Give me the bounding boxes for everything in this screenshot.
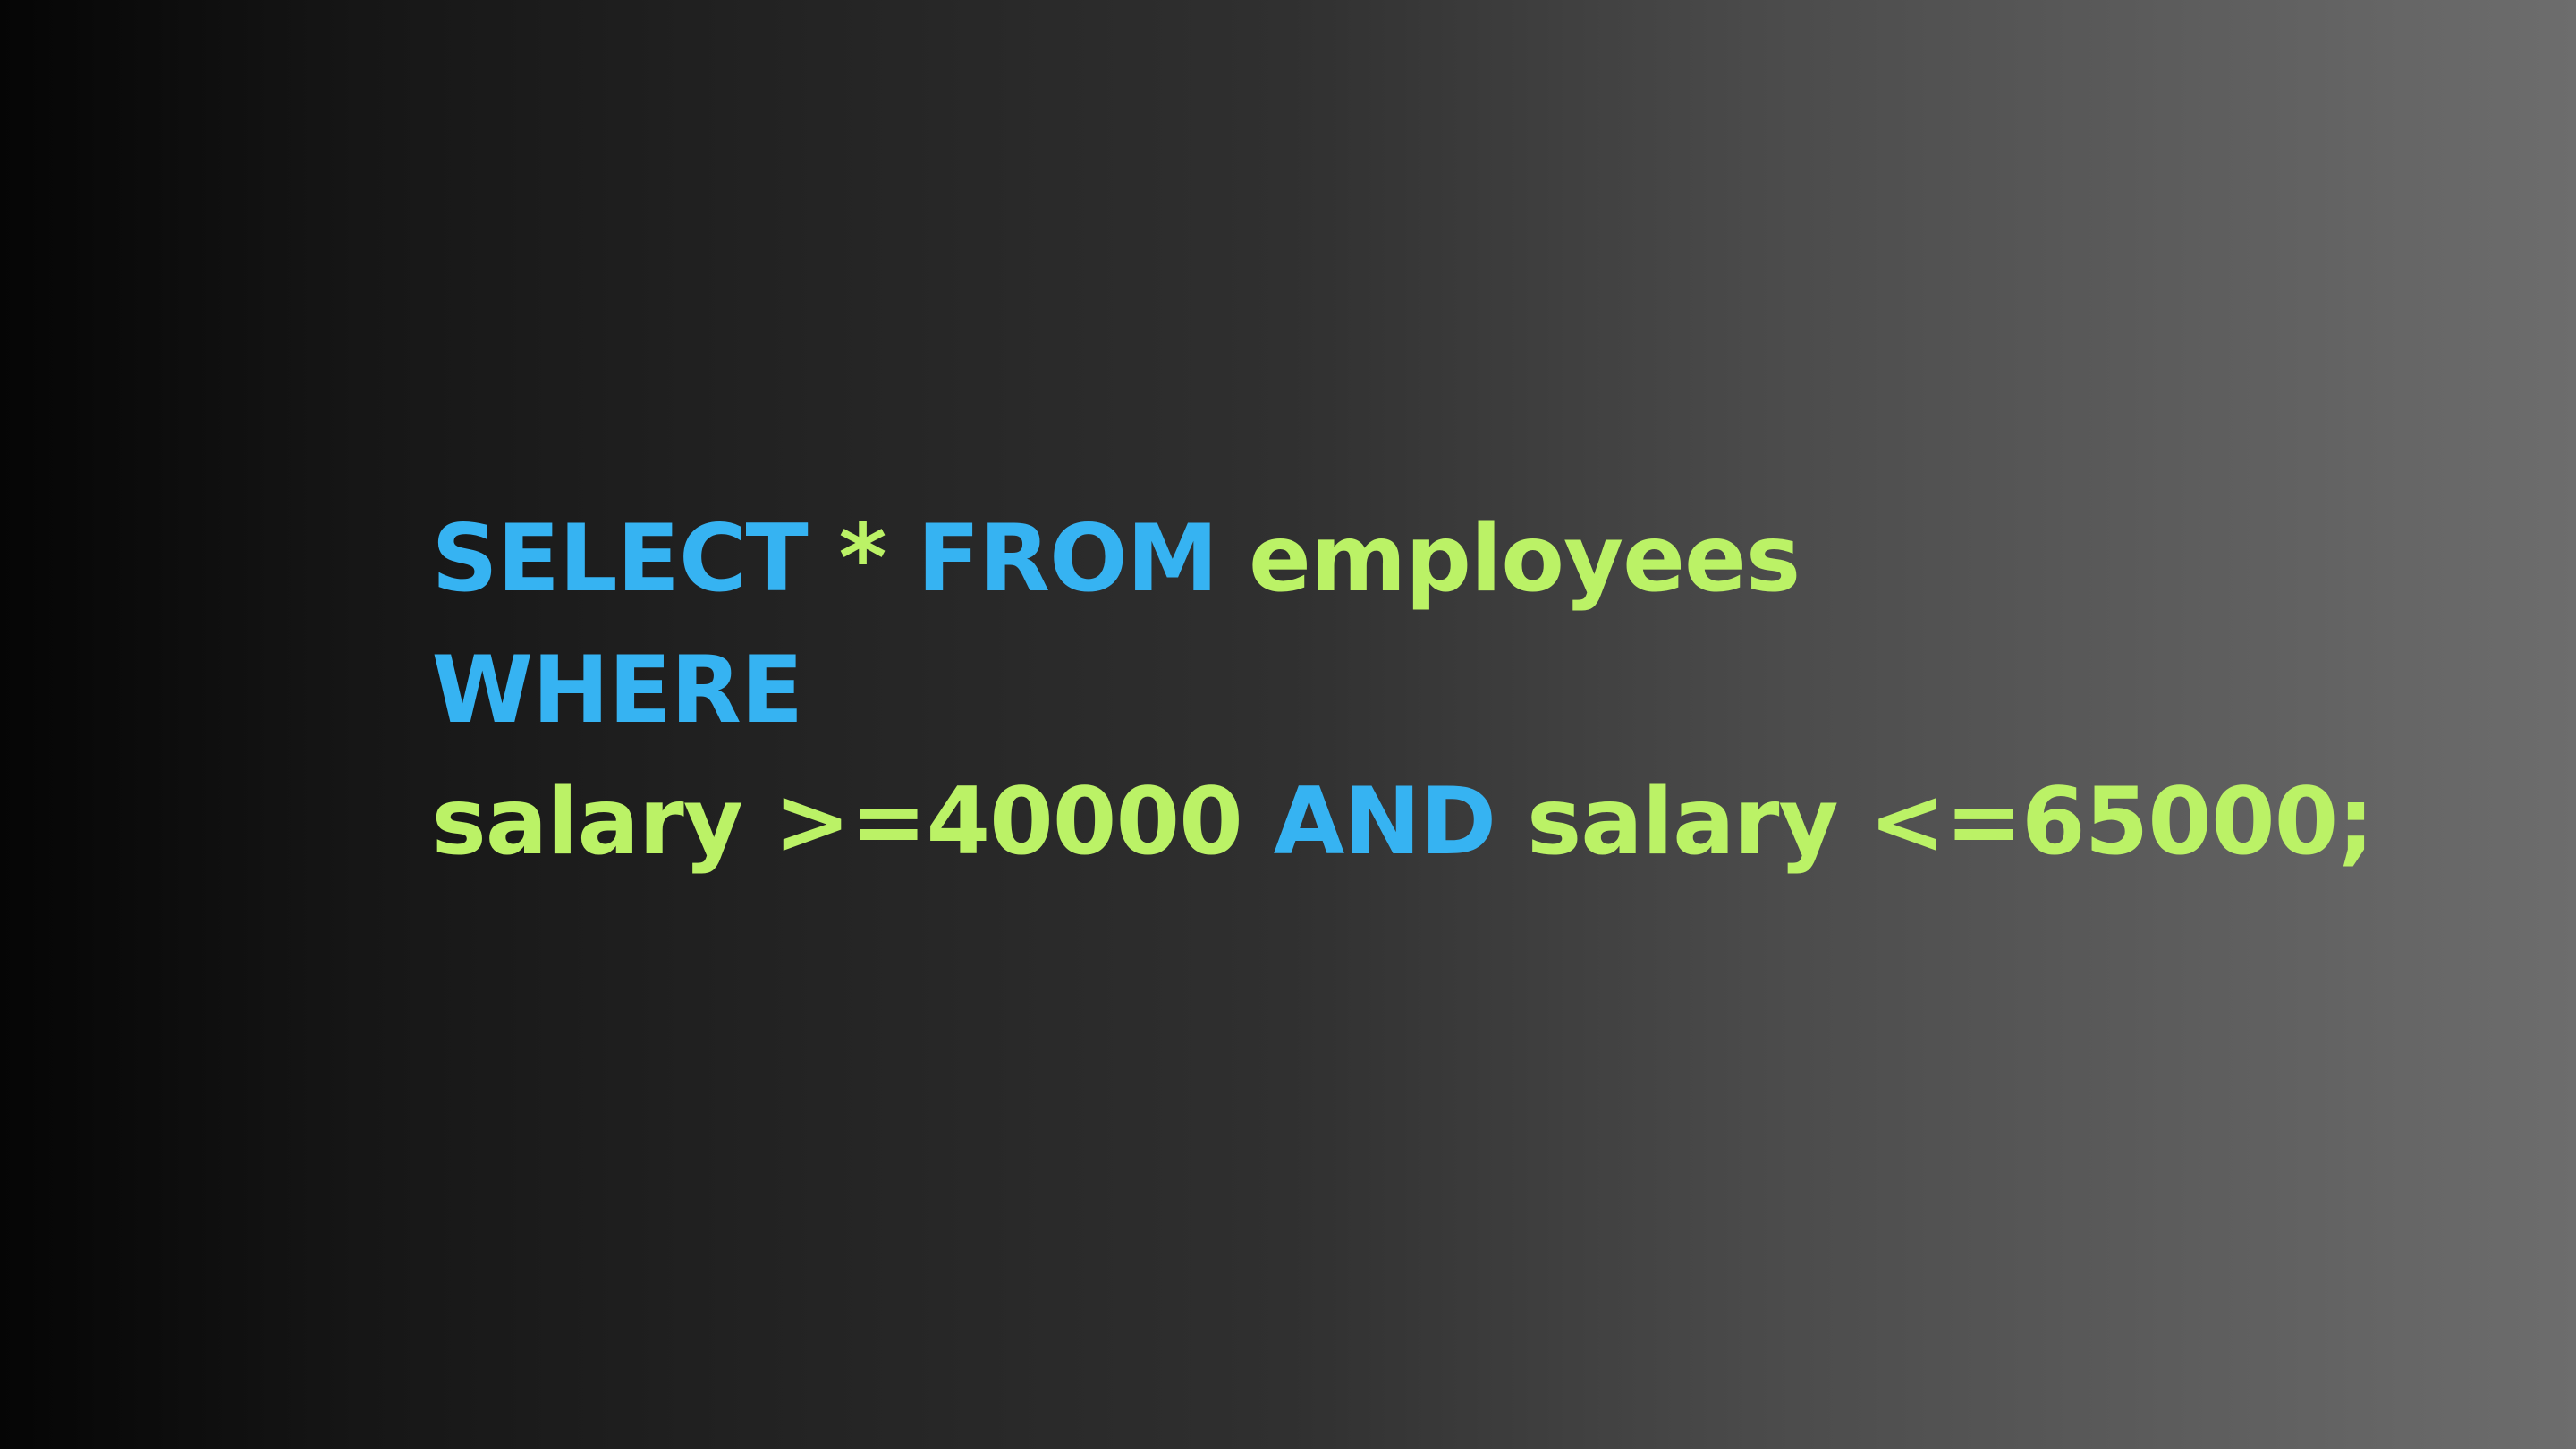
operator-asterisk: * — [807, 505, 918, 613]
slide-background: { "colors": { "keyword": "#36b3f2", "ide… — [0, 0, 2576, 1449]
keyword-and: AND — [1273, 768, 1496, 876]
keyword-where: WHERE — [431, 637, 803, 744]
keyword-from: FROM — [917, 505, 1218, 613]
sql-code-block: SELECT * FROM employees WHERE salary >=4… — [307, 362, 2453, 876]
keyword-select: SELECT — [431, 505, 808, 613]
condition-lower-bound: salary >=40000 — [431, 768, 1274, 876]
condition-upper-bound: salary <=65000; — [1496, 768, 2375, 876]
table-name: employees — [1217, 505, 1801, 613]
code-line-1: SELECT * FROM employees — [307, 362, 2453, 613]
